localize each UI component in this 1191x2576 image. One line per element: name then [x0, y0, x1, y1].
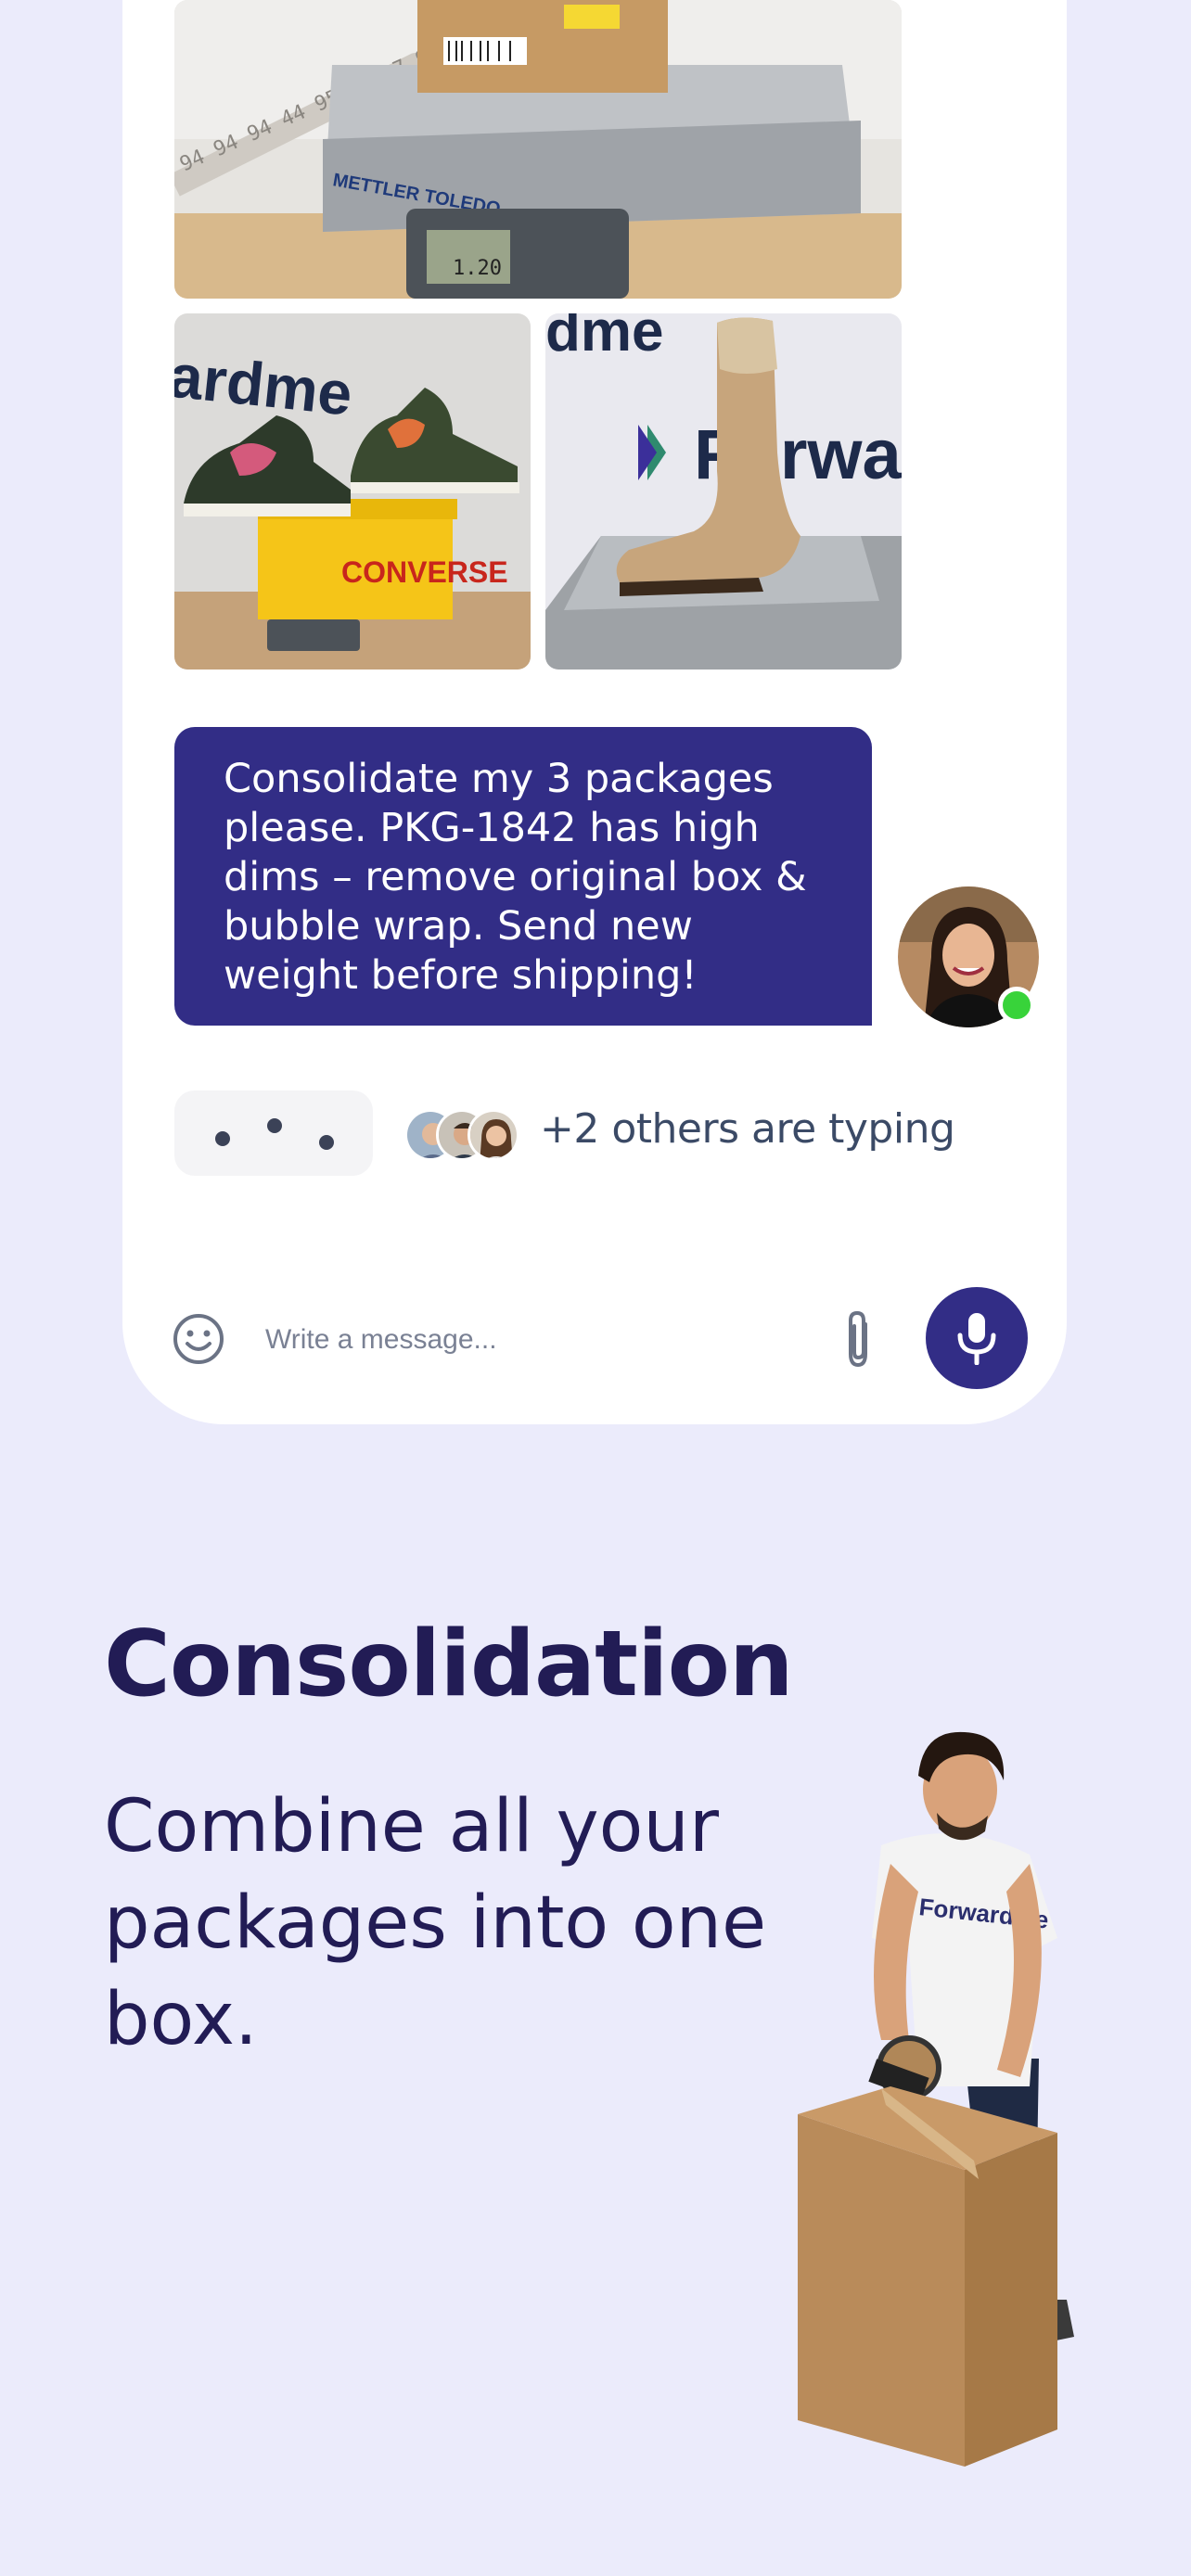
- feature-subtitle: Combine all your packages into one box.: [104, 1785, 767, 2061]
- voice-record-button[interactable]: [926, 1287, 1028, 1389]
- typing-dot: [215, 1131, 230, 1146]
- typing-avatars: [404, 1109, 525, 1163]
- attach-button[interactable]: [835, 1307, 881, 1372]
- message-text: Consolidate my 3 packages please. PKG-18…: [224, 756, 807, 999]
- online-status-dot: [998, 987, 1035, 1024]
- package-scale-photo[interactable]: 94 94 94 44 95 96 97 98 METTLER TOLEDO 1…: [174, 0, 902, 299]
- svg-text:1.20: 1.20: [453, 257, 502, 280]
- smiley-icon: [173, 1314, 224, 1364]
- typing-dot: [267, 1118, 282, 1133]
- sent-message-bubble: Consolidate my 3 packages please. PKG-18…: [174, 727, 872, 1026]
- worker-packing-box-image: Forwardme: [779, 1725, 1095, 2467]
- typing-dot: [319, 1135, 334, 1150]
- sneakers-photo[interactable]: ardme CONVERSE: [174, 313, 531, 670]
- boot-photo[interactable]: dme Forwar: [545, 313, 902, 670]
- typing-indicator: [174, 1090, 373, 1176]
- svg-text:CONVERSE: CONVERSE: [341, 555, 508, 589]
- typing-avatar: [467, 1109, 519, 1161]
- emoji-button[interactable]: [171, 1311, 226, 1367]
- paperclip-icon: [849, 1310, 867, 1368]
- message-input[interactable]: [265, 1315, 785, 1365]
- feature-title: Consolidation: [104, 1612, 794, 1717]
- typing-status-text: +2 others are typing: [540, 1105, 955, 1153]
- microphone-icon: [957, 1313, 996, 1365]
- svg-text:dme: dme: [545, 313, 663, 363]
